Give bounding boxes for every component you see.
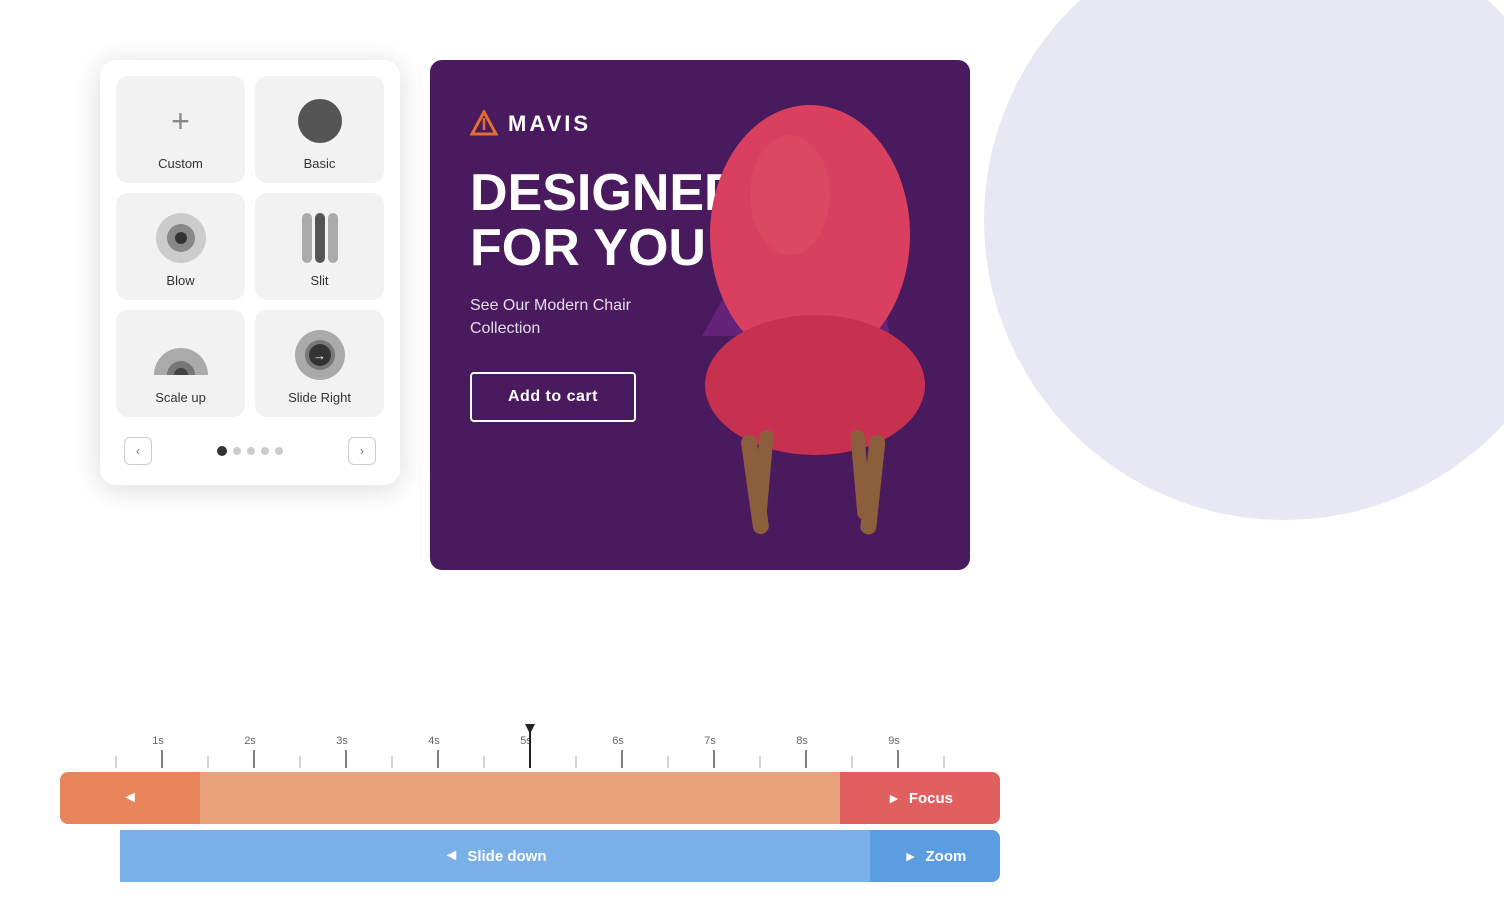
animation-label-blow: Blow xyxy=(166,273,194,288)
animation-label-slideright: Slide Right xyxy=(288,390,351,405)
svg-text:2s: 2s xyxy=(244,735,256,747)
main-content: + Custom Basic Blow xyxy=(100,60,970,570)
chair-svg xyxy=(650,95,970,570)
svg-text:3s: 3s xyxy=(336,735,348,747)
pagination: ‹ › xyxy=(116,433,384,469)
animation-label-slit: Slit xyxy=(310,273,328,288)
svg-text:6s: 6s xyxy=(612,735,624,747)
track-slidedown-label: Slide down xyxy=(467,848,546,865)
ad-subline: See Our Modern Chair Collection xyxy=(470,295,670,340)
animation-item-slit[interactable]: Slit xyxy=(255,193,384,300)
track-zoom-label: Zoom xyxy=(926,848,967,865)
plus-icon: + xyxy=(154,94,208,148)
circle-icon xyxy=(293,94,347,148)
animation-panel: + Custom Basic Blow xyxy=(100,60,400,485)
animation-item-basic[interactable]: Basic xyxy=(255,76,384,183)
track-orange-left: ◄ xyxy=(60,772,200,824)
blow-icon xyxy=(154,211,208,265)
page-dot-1[interactable] xyxy=(217,446,227,456)
track-arrow-left-icon: ◄ xyxy=(122,789,138,807)
scaleup-icon xyxy=(154,328,208,382)
animation-label-basic: Basic xyxy=(304,156,336,171)
chair-image xyxy=(650,95,970,570)
svg-text:9s: 9s xyxy=(888,735,900,747)
pagination-next-button[interactable]: › xyxy=(348,437,376,465)
track-orange-main xyxy=(200,772,840,824)
page-dot-4[interactable] xyxy=(261,447,269,455)
page-dot-2[interactable] xyxy=(233,447,241,455)
track-slidedown-arrow-icon: ◄ xyxy=(443,847,459,865)
svg-text:1s: 1s xyxy=(152,735,164,747)
animation-item-blow[interactable]: Blow xyxy=(116,193,245,300)
svg-text:8s: 8s xyxy=(796,735,808,747)
track-blue-main: ◄ Slide down xyxy=(120,830,870,882)
animation-grid: + Custom Basic Blow xyxy=(116,76,384,417)
ruler-svg: 1s 2s 3s 4s 5s 6s 7s xyxy=(70,724,990,768)
ad-preview-card: A MAVIS DESIGNED FOR YOU See Our Modern … xyxy=(430,60,970,570)
page-dot-5[interactable] xyxy=(275,447,283,455)
track-orange: ◄ ► Focus xyxy=(60,772,1000,824)
timeline-tracks: ◄ ► Focus ◄ Slide down ► Zoom xyxy=(60,772,1000,882)
track-focus-arrow-icon: ► xyxy=(887,790,901,806)
page-dot-3[interactable] xyxy=(247,447,255,455)
timeline-section: 1s 2s 3s 4s 5s 6s 7s xyxy=(60,724,1000,882)
animation-label-custom: Custom xyxy=(158,156,203,171)
animation-item-slideright[interactable]: Slide Right xyxy=(255,310,384,417)
track-focus-label: Focus xyxy=(909,790,953,807)
slideright-icon xyxy=(293,328,347,382)
track-orange-right: ► Focus xyxy=(840,772,1000,824)
animation-label-scaleup: Scale up xyxy=(155,390,206,405)
pagination-prev-button[interactable]: ‹ xyxy=(124,437,152,465)
slit-icon xyxy=(293,211,347,265)
track-blue-right: ► Zoom xyxy=(870,830,1000,882)
pagination-dots xyxy=(217,446,283,456)
brand-name: MAVIS xyxy=(508,111,591,137)
track-zoom-arrow-icon: ► xyxy=(904,848,918,864)
brand-logo-icon xyxy=(470,110,498,138)
track-blue-spacer xyxy=(60,830,120,882)
svg-text:7s: 7s xyxy=(704,735,716,747)
ruler-area: 1s 2s 3s 4s 5s 6s 7s xyxy=(60,724,1000,768)
track-blue: ◄ Slide down ► Zoom xyxy=(60,830,1000,882)
svg-text:4s: 4s xyxy=(428,735,440,747)
animation-item-custom[interactable]: + Custom xyxy=(116,76,245,183)
add-to-cart-button[interactable]: Add to cart xyxy=(470,372,636,422)
animation-item-scaleup[interactable]: Scale up xyxy=(116,310,245,417)
background-circle xyxy=(984,0,1504,520)
